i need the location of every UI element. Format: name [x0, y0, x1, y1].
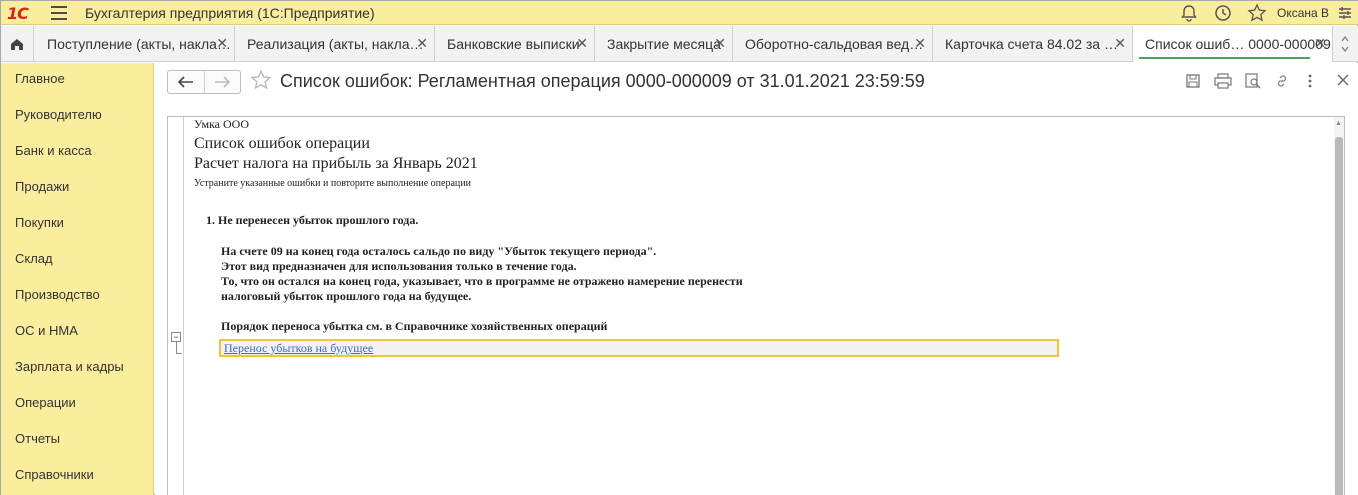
- vertical-scrollbar[interactable]: ▲: [1334, 117, 1344, 495]
- close-icon[interactable]: ✕: [216, 35, 228, 52]
- error-description-line: Этот вид предназначен для использования …: [221, 259, 577, 273]
- close-icon[interactable]: ✕: [1314, 35, 1326, 52]
- user-name[interactable]: Оксана В: [1277, 6, 1329, 20]
- sidebar-item-sales[interactable]: Продажи: [15, 179, 69, 194]
- main-menu-icon[interactable]: [51, 6, 67, 20]
- sidebar-item-main[interactable]: Главное: [15, 71, 65, 86]
- settings-menu-icon[interactable]: [1335, 3, 1355, 23]
- close-icon[interactable]: ✕: [914, 35, 926, 52]
- grouping-gutter: −: [168, 117, 184, 495]
- save-icon[interactable]: [1185, 73, 1201, 89]
- app-title: Бухгалтерия предприятия (1С:Предприятие): [85, 5, 375, 21]
- scrollbar-thumb[interactable]: [1335, 137, 1343, 495]
- close-icon[interactable]: ✕: [416, 35, 428, 52]
- preview-icon[interactable]: [1245, 73, 1261, 89]
- forward-button[interactable]: [203, 71, 241, 93]
- tab-trial-balance[interactable]: Оборотно-сальдовая вед… ✕: [733, 26, 933, 62]
- close-icon[interactable]: ✕: [576, 35, 588, 52]
- tab-label: Список ошиб… 0000-000009: [1145, 36, 1331, 52]
- sidebar-item-fixed-assets[interactable]: ОС и НМА: [15, 323, 78, 338]
- form-area: Список ошибок: Регламентная операция 000…: [155, 63, 1358, 495]
- error-description-line: То, что он остался на конец года, указыв…: [221, 274, 743, 288]
- open-windows-tabbar: Поступление (акты, накла… ✕ Реализация (…: [1, 26, 1358, 62]
- scroll-up-icon[interactable]: ▲: [1335, 120, 1342, 127]
- back-button[interactable]: [168, 71, 204, 93]
- group-line: [176, 353, 182, 354]
- tab-sales[interactable]: Реализация (акты, накла… ✕: [235, 26, 435, 62]
- collapse-group-icon[interactable]: −: [171, 332, 181, 342]
- tab-receipts[interactable]: Поступление (акты, накла… ✕: [35, 26, 235, 62]
- tab-label: Реализация (акты, накла…: [247, 36, 424, 52]
- sidebar-item-reports[interactable]: Отчеты: [15, 431, 60, 446]
- link-icon[interactable]: [1274, 73, 1290, 89]
- arrow-left-icon: [177, 76, 193, 88]
- sidebar-item-catalogs[interactable]: Справочники: [15, 467, 94, 482]
- sidebar-item-manager[interactable]: Руководителю: [15, 107, 102, 122]
- favorites-star-icon[interactable]: [1247, 3, 1267, 23]
- procedure-reference: Порядок переноса убытка см. в Справочник…: [221, 319, 608, 333]
- tab-account-card[interactable]: Карточка счета 84.02 за … ✕: [933, 26, 1133, 62]
- sidebar-item-production[interactable]: Производство: [15, 287, 100, 302]
- 1c-logo: 1С: [7, 4, 29, 23]
- bell-icon[interactable]: [1179, 3, 1199, 23]
- close-icon[interactable]: ✕: [714, 35, 726, 52]
- arrow-right-icon: [215, 76, 231, 88]
- tab-label: Закрытие месяца: [607, 36, 721, 52]
- organization-name: Умка ООО: [194, 117, 250, 131]
- home-tab[interactable]: [1, 26, 34, 62]
- report-heading: Список ошибок операции: [194, 135, 370, 152]
- selected-cell[interactable]: Перенос убытков на будущее: [219, 339, 1059, 357]
- sidebar-item-salary[interactable]: Зарплата и кадры: [15, 359, 124, 374]
- error-description-line: налоговый убыток прошлого года на будуще…: [221, 289, 472, 303]
- sections-sidebar: Главное Руководителю Банк и касса Продаж…: [1, 63, 154, 495]
- sidebar-item-warehouse[interactable]: Склад: [15, 251, 53, 266]
- tab-label: Оборотно-сальдовая вед…: [745, 36, 924, 52]
- error-report-document: − Умка ООО Список ошибок операции Расчет…: [167, 116, 1345, 495]
- close-form-icon[interactable]: [1336, 73, 1350, 87]
- tab-month-closing[interactable]: Закрытие месяца ✕: [595, 26, 733, 62]
- tab-error-list[interactable]: Список ошиб… 0000-000009 ✕: [1133, 26, 1333, 62]
- error-description-line: На счете 09 на конец года осталось сальд…: [221, 244, 657, 258]
- operation-heading: Расчет налога на прибыль за Январь 2021: [194, 155, 478, 172]
- loss-carryforward-link[interactable]: Перенос убытков на будущее: [224, 341, 373, 356]
- instruction-note: Устраните указанные ошибки и повторите в…: [194, 178, 471, 189]
- sidebar-item-bank-cash[interactable]: Банк и касса: [15, 143, 92, 158]
- home-icon: [11, 39, 23, 50]
- sidebar-item-purchases[interactable]: Покупки: [15, 215, 64, 230]
- title-bar: 1С Бухгалтерия предприятия (1С:Предприят…: [1, 1, 1358, 25]
- sidebar-item-operations[interactable]: Операции: [15, 395, 76, 410]
- tab-bank-statements[interactable]: Банковские выписки ✕: [435, 26, 595, 62]
- history-nav: [167, 70, 241, 94]
- favorite-star-icon[interactable]: [250, 69, 272, 91]
- tabs-scroll-icon[interactable]: [1335, 30, 1355, 58]
- form-title: Список ошибок: Регламентная операция 000…: [280, 71, 925, 91]
- print-icon[interactable]: [1214, 73, 1232, 89]
- close-icon[interactable]: ✕: [1114, 35, 1126, 52]
- tab-label: Банковские выписки: [447, 36, 580, 52]
- error-item-title: 1. Не перенесен убыток прошлого года.: [206, 213, 419, 227]
- more-actions-icon[interactable]: [1307, 73, 1313, 89]
- history-icon[interactable]: [1213, 3, 1233, 23]
- tab-label: Поступление (акты, накла…: [47, 36, 231, 52]
- tab-label: Карточка счета 84.02 за …: [945, 36, 1118, 52]
